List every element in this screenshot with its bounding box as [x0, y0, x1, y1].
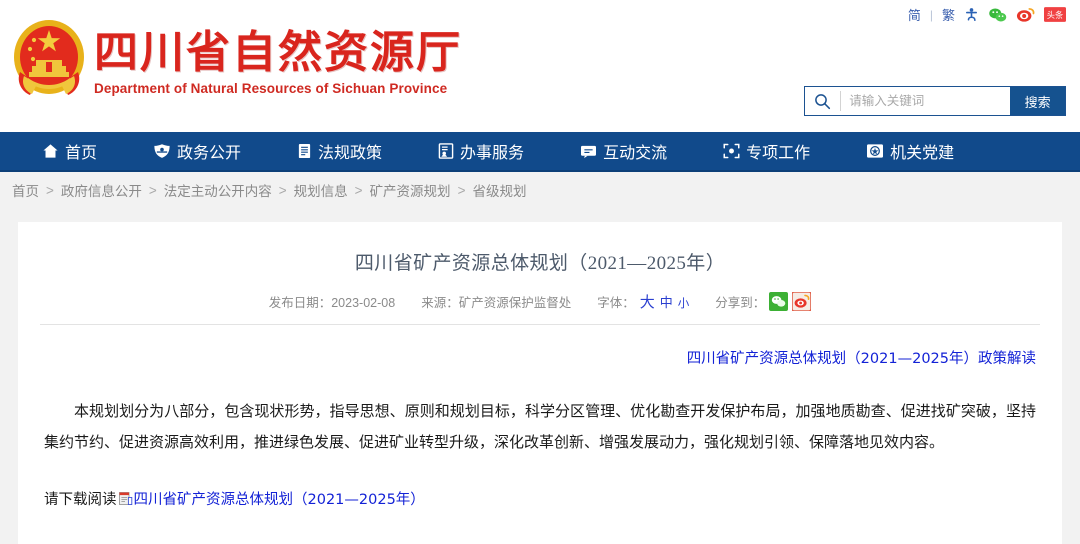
nav-item-home[interactable]: 首页: [42, 139, 97, 163]
font-size-control: 字体： 大 中 小: [597, 291, 689, 312]
page-title: 四川省矿产资源总体规划（2021—2025年）: [354, 253, 726, 274]
site-logo[interactable]: 四川省自然资源厅 Department of Natural Resources…: [10, 16, 462, 105]
nav-item-services[interactable]: 办事服务: [438, 139, 524, 163]
site-header: 简 | 繁 头条 四川省自然资源厅 Department of Natural …: [0, 0, 1080, 132]
breadcrumb: 首页 > 政府信息公开 > 法定主动公开内容 > 规划信息 > 矿产资源规划 >…: [0, 172, 1080, 208]
logo-title-en: Department of Natural Resources of Sichu…: [94, 80, 448, 96]
home-icon: [42, 143, 59, 159]
breadcrumb-separator: >: [46, 182, 54, 198]
source-value: 矿产资源保护监督处: [458, 296, 572, 310]
nav-item-interaction[interactable]: 互动交流: [580, 139, 667, 163]
china-national-emblem-icon: [10, 16, 88, 105]
chat-bubble-icon: [580, 144, 597, 159]
accessibility-icon[interactable]: [964, 7, 979, 23]
nav-label-home: 首页: [65, 145, 98, 162]
file-document-icon: [118, 491, 133, 506]
nav-label-interaction: 互动交流: [603, 145, 668, 162]
breadcrumb-item-5[interactable]: 省级规划: [472, 180, 526, 200]
nav-item-government-affairs[interactable]: 政务公开: [153, 139, 241, 163]
source: 来源：矿产资源保护监督处: [421, 292, 571, 311]
nav-label-party-building: 机关党建: [890, 145, 955, 162]
breadcrumb-item-1[interactable]: 政府信息公开: [61, 180, 142, 200]
publish-date: 发布日期：2023-02-08: [269, 292, 395, 311]
font-size-small-button[interactable]: 小: [678, 295, 690, 311]
wechat-icon[interactable]: [988, 7, 1007, 23]
wechat-share-icon[interactable]: [769, 292, 789, 311]
publish-date-value: 2023-02-08: [331, 296, 396, 310]
target-frame-icon: [723, 143, 740, 159]
nav-label-special-work: 专项工作: [746, 145, 811, 162]
breadcrumb-separator: >: [278, 182, 287, 198]
search-button[interactable]: 搜索: [1010, 87, 1065, 115]
breadcrumb-item-0[interactable]: 首页: [12, 180, 39, 200]
share-label: 分享到：: [715, 296, 766, 310]
nav-label-laws-policies: 法规政策: [318, 145, 383, 162]
shield-icon: [153, 143, 171, 159]
article-paragraph: 本规划划分为八部分，包含现状形势，指导思想、原则和规划目标，科学分区管理、优化勘…: [44, 402, 1036, 451]
article-card: 四川省矿产资源总体规划（2021—2025年） 发布日期：2023-02-08 …: [18, 222, 1062, 544]
download-prefix-label: 请下载阅读: [44, 492, 117, 508]
policy-interpretation-link[interactable]: 四川省矿产资源总体规划（2021—2025年）政策解读: [687, 351, 1036, 367]
search-icon: [805, 87, 840, 115]
logo-title-cn: 四川省自然资源厅: [94, 27, 462, 79]
share-control: 分享到：: [715, 291, 813, 312]
publish-date-label: 发布日期：: [268, 296, 332, 310]
breadcrumb-item-2[interactable]: 法定主动公开内容: [164, 180, 272, 200]
utility-bar: 简 | 繁 头条: [908, 5, 1066, 24]
service-form-icon: [438, 143, 454, 159]
font-size-medium-button[interactable]: 中: [660, 292, 673, 311]
nav-label-government-affairs: 政务公开: [177, 145, 242, 162]
weibo-share-icon[interactable]: [791, 291, 813, 312]
nav-item-laws-policies[interactable]: 法规政策: [297, 139, 382, 163]
font-size-large-button[interactable]: 大: [640, 291, 655, 312]
svg-text:头条: 头条: [1047, 10, 1064, 20]
toutiao-icon[interactable]: 头条: [1044, 7, 1066, 22]
weibo-icon[interactable]: [1016, 7, 1035, 23]
article-meta: 发布日期：2023-02-08 来源：矿产资源保护监督处 字体： 大 中 小 分…: [18, 291, 1062, 312]
nav-label-services: 办事服务: [460, 145, 525, 162]
nav-item-party-building[interactable]: 机关党建: [866, 139, 954, 163]
download-file-link[interactable]: 四川省矿产资源总体规划（2021—2025年）: [134, 488, 425, 509]
breadcrumb-separator: >: [457, 182, 466, 198]
nav-item-special-work[interactable]: 专项工作: [723, 139, 810, 163]
lang-traditional-link[interactable]: 繁: [942, 5, 955, 24]
search-input[interactable]: [840, 91, 1011, 111]
breadcrumb-item-3[interactable]: 规划信息: [294, 180, 348, 200]
main-navigation: 首页 政务公开 法规政策 办事服务 互动交流 专项工作 机关党建: [0, 132, 1080, 172]
breadcrumb-item-4[interactable]: 矿产资源规划: [370, 180, 451, 200]
download-row: 请下载阅读 四川省矿产资源总体规划（2021—2025年）: [44, 488, 1036, 509]
party-badge-icon: [866, 143, 884, 159]
breadcrumb-separator: >: [354, 182, 363, 198]
lang-simplified-link[interactable]: 简: [908, 5, 921, 24]
source-label: 来源：: [421, 296, 459, 310]
font-size-label: 字体：: [597, 296, 635, 310]
page-root: 简 | 繁 头条 四川省自然资源厅 Department of Natural …: [0, 0, 1080, 544]
interpretation-row: 四川省矿产资源总体规划（2021—2025年）政策解读: [18, 325, 1062, 368]
document-icon: [297, 143, 312, 159]
search-box: 搜索: [804, 86, 1066, 116]
lang-separator: |: [929, 7, 933, 22]
breadcrumb-separator: >: [148, 182, 157, 198]
